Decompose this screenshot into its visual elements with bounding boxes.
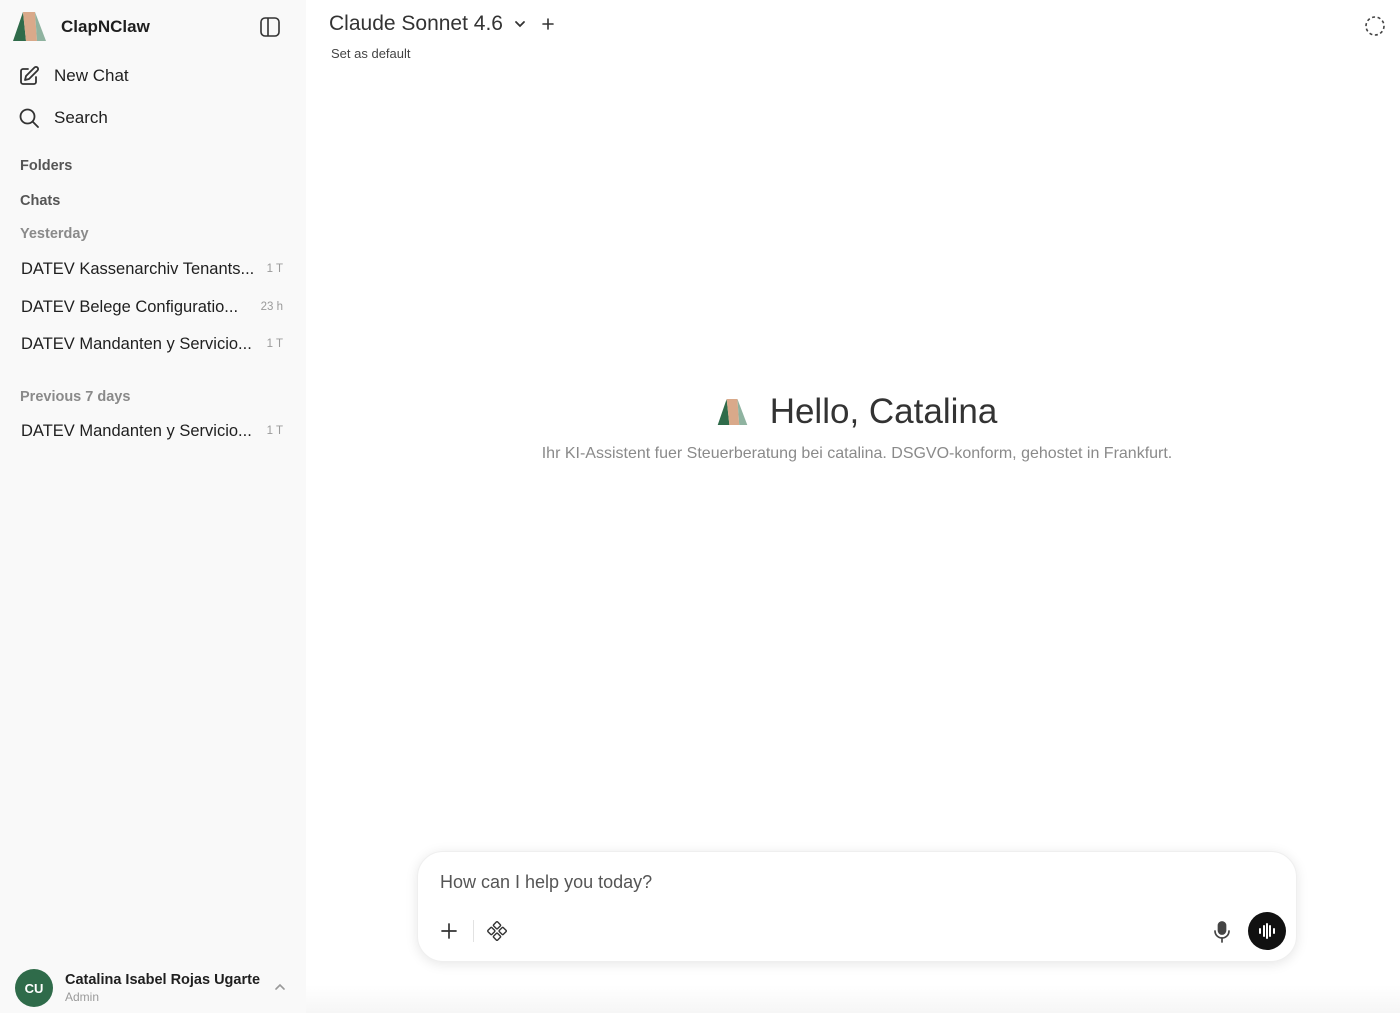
chat-list-item[interactable]: DATEV Kassenarchiv Tenants... 1 T [8,252,296,286]
greeting-text: Hello, Catalina [769,392,998,431]
sidebar-toggle-icon[interactable] [259,16,281,38]
chat-age: 23 h [260,301,283,313]
new-chat-button[interactable]: New Chat [18,61,129,91]
user-role: Admin [65,990,100,1004]
brand-logo-icon [717,399,747,425]
search-button[interactable]: Search [18,103,108,133]
divider [473,920,474,942]
model-selector[interactable]: Claude Sonnet 4.6 [329,12,555,36]
chat-group-label: Yesterday [20,226,89,242]
chat-title: DATEV Mandanten y Servicio... [21,334,252,353]
search-icon [18,107,40,129]
folders-section-header[interactable]: Folders [20,158,72,174]
greeting: Hello, Catalina [306,392,1400,432]
tools-icon[interactable] [487,921,507,941]
chat-title: DATEV Belege Configuratio... [21,297,239,316]
new-chat-label: New Chat [54,66,129,85]
brand[interactable]: ClapNClaw [13,12,150,41]
waveform-icon [1259,923,1275,939]
voice-mode-button[interactable] [1248,912,1286,950]
user-name: Catalina Isabel Rojas Ugarte [65,972,261,988]
dashed-circle-icon[interactable] [1364,15,1386,37]
add-model-plus-icon[interactable] [541,17,555,31]
main-area: Claude Sonnet 4.6 Set as default Hello, … [306,0,1400,1013]
chat-title: DATEV Kassenarchiv Tenants... [21,259,255,278]
app-name: ClapNClaw [61,16,150,36]
user-menu-button[interactable]: CU Catalina Isabel Rojas Ugarte Admin [15,968,295,1008]
chat-title: DATEV Mandanten y Servicio... [21,421,252,440]
welcome-subtitle: Ihr KI-Assistent fuer Steuerberatung bei… [541,445,1173,462]
chat-list-item[interactable]: DATEV Mandanten y Servicio... 1 T [8,414,296,448]
model-name: Claude Sonnet 4.6 [329,12,503,35]
sidebar: ClapNClaw New Chat Search Folders Chats … [0,0,306,1013]
pencil-square-icon [18,65,40,87]
attach-plus-icon[interactable] [438,920,460,942]
mic-icon[interactable] [1211,920,1233,944]
chevron-up-icon [275,983,285,990]
chat-group-label: Previous 7 days [20,389,131,405]
chat-age: 1 T [266,425,283,437]
search-label: Search [54,108,108,127]
message-input[interactable] [440,872,1260,893]
chats-section-header[interactable]: Chats [20,193,60,209]
chat-age: 1 T [266,338,283,350]
brand-logo-icon [13,12,46,41]
bottom-fade [306,985,1400,1013]
chat-list-item[interactable]: DATEV Mandanten y Servicio... 1 T [8,327,296,361]
chevron-down-icon[interactable] [513,17,527,31]
message-composer [417,851,1297,962]
set-as-default-link[interactable]: Set as default [331,46,411,61]
chat-age: 1 T [266,263,283,275]
chat-list-item[interactable]: DATEV Belege Configuratio... 23 h [8,290,296,324]
avatar: CU [15,969,53,1007]
